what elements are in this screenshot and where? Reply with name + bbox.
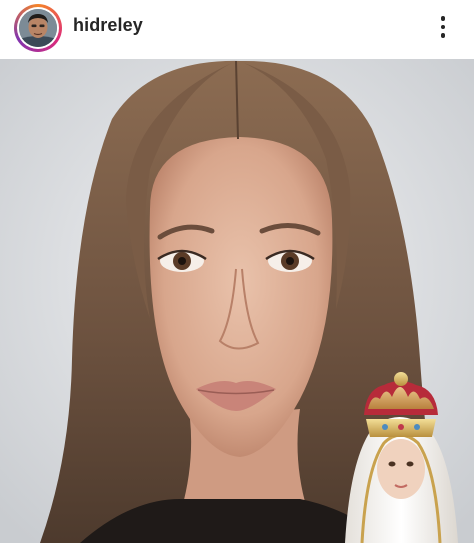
avatar[interactable] [19,9,57,47]
more-vertical-icon [440,33,446,38]
post-image[interactable] [0,59,474,543]
story-ring[interactable] [14,4,62,52]
avatar-frame [17,7,59,49]
instagram-post: hidreley [0,0,474,543]
more-vertical-icon [440,16,446,21]
post-header: hidreley [0,0,474,56]
username[interactable]: hidreley [73,15,143,36]
more-options-button[interactable] [428,10,458,44]
avatar-image [19,9,57,47]
portrait-illustration [0,59,474,543]
more-vertical-icon [440,24,446,30]
